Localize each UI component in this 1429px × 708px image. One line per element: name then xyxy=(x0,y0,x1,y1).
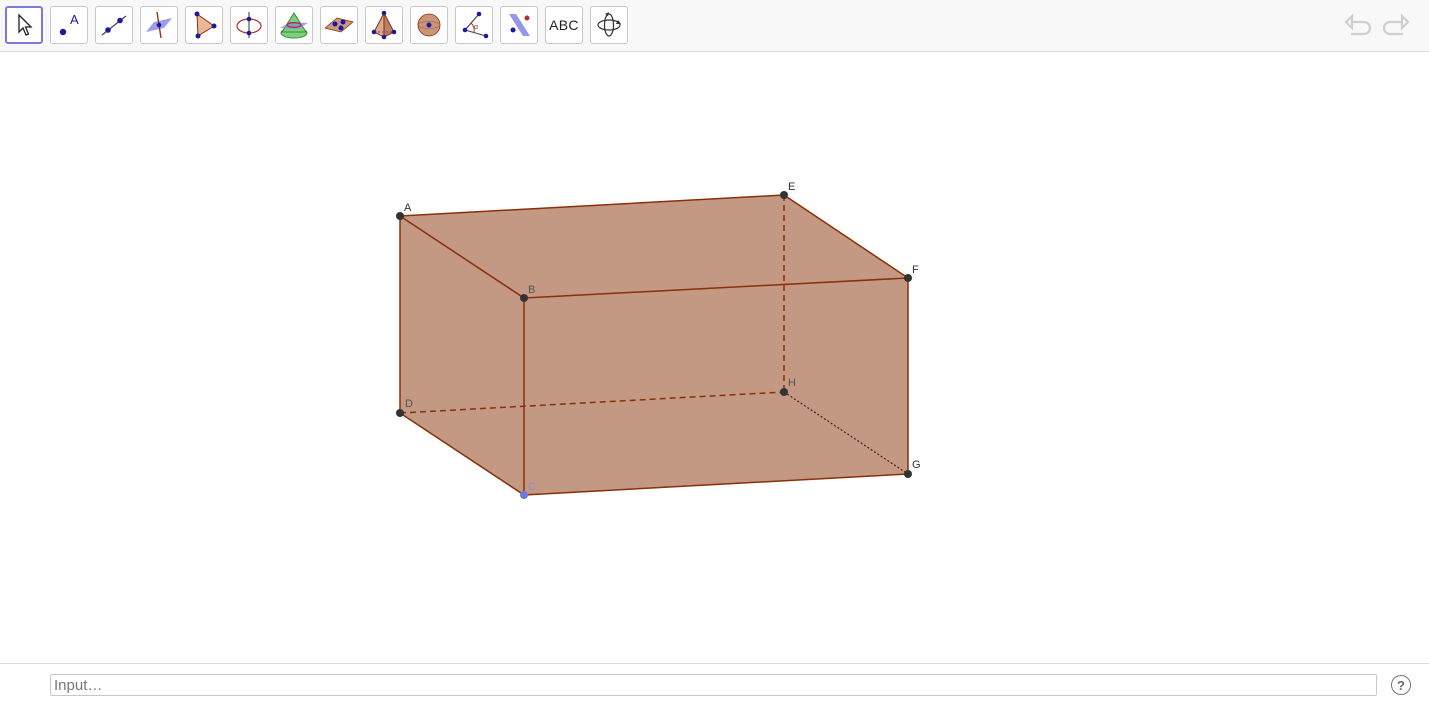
reflect-about-plane-icon xyxy=(509,14,530,36)
point-tool-button[interactable]: A xyxy=(50,6,88,44)
undo-icon xyxy=(1344,13,1372,36)
point-A[interactable] xyxy=(396,212,404,220)
point-tool-label: A xyxy=(70,12,79,27)
redo-button[interactable] xyxy=(1380,10,1412,42)
plane-tool-button[interactable] xyxy=(320,6,358,44)
sphere-tool-button[interactable] xyxy=(410,6,448,44)
point-D[interactable] xyxy=(396,409,404,417)
label-C: C xyxy=(528,481,536,493)
line-through-points-icon xyxy=(101,15,127,36)
face-BCGF[interactable] xyxy=(524,278,908,495)
cuboid-drawing: A B C D E F G H xyxy=(396,181,921,499)
label-A: A xyxy=(404,202,412,214)
move-tool-button[interactable] xyxy=(5,6,43,44)
rotate-view-tool-button[interactable] xyxy=(590,6,628,44)
point-B[interactable] xyxy=(520,294,528,302)
sphere-icon xyxy=(417,13,441,37)
text-icon: ABC xyxy=(549,17,579,33)
point-E[interactable] xyxy=(780,191,788,199)
line-tool-button[interactable] xyxy=(95,6,133,44)
pyramid-icon xyxy=(371,10,397,40)
polygon-icon xyxy=(194,11,217,39)
undo-button[interactable] xyxy=(1342,10,1374,42)
circle-with-axis-icon xyxy=(236,12,262,38)
input-bar: ? xyxy=(0,663,1429,708)
polygon-tool-button[interactable] xyxy=(185,6,223,44)
intersect-surfaces-tool-button[interactable] xyxy=(275,6,313,44)
svg-text:α: α xyxy=(474,24,478,31)
circle-axis-tool-button[interactable] xyxy=(230,6,268,44)
reflect-tool-button[interactable] xyxy=(500,6,538,44)
rotate-3d-view-icon xyxy=(597,12,621,37)
point-G[interactable] xyxy=(904,470,912,478)
graphics-3d-view[interactable]: A B C D E F G H xyxy=(0,52,1429,663)
pyramid-tool-button[interactable] xyxy=(365,6,403,44)
label-H: H xyxy=(788,377,796,389)
point-F[interactable] xyxy=(904,274,912,282)
label-G: G xyxy=(912,459,921,471)
perpendicular-tool-button[interactable] xyxy=(140,6,178,44)
label-D: D xyxy=(405,398,413,410)
arrow-cursor-icon xyxy=(18,13,33,36)
text-tool-button[interactable]: ABC xyxy=(545,6,583,44)
point-H[interactable] xyxy=(780,388,788,396)
label-F: F xyxy=(912,264,919,276)
help-icon: ? xyxy=(1397,677,1405,693)
angle-tool-button[interactable]: α xyxy=(455,6,493,44)
point-icon: A xyxy=(59,12,79,36)
toolbar: A α ABC xyxy=(0,0,1429,52)
intersect-surfaces-icon xyxy=(280,12,308,39)
plane-through-points-icon xyxy=(324,17,354,33)
angle-icon: α xyxy=(462,11,489,39)
perpendicular-line-icon xyxy=(146,11,172,39)
label-B: B xyxy=(528,284,535,296)
algebra-input-field[interactable] xyxy=(50,674,1377,696)
label-E: E xyxy=(788,181,795,193)
help-button[interactable]: ? xyxy=(1391,675,1411,695)
redo-icon xyxy=(1382,13,1410,36)
point-C[interactable] xyxy=(520,491,528,499)
